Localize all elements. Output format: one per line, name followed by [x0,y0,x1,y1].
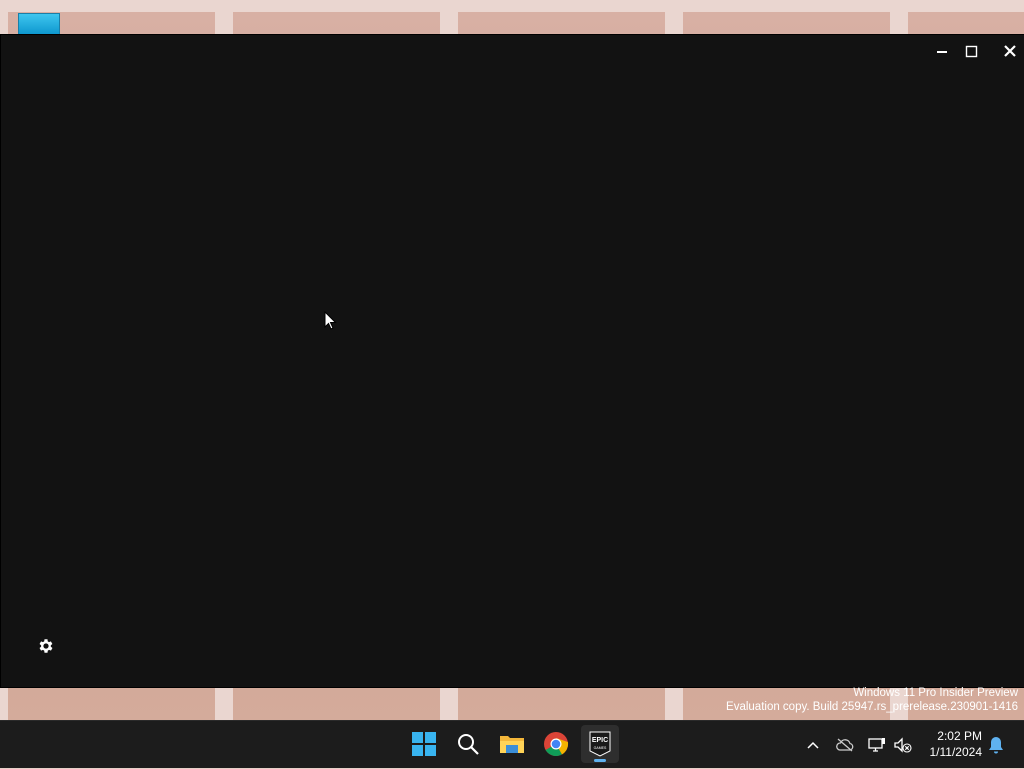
volume-muted-icon [894,737,912,753]
epic-games-button[interactable]: EPIC GAMES [581,725,619,763]
volume-tray-button[interactable] [892,721,914,769]
mouse-cursor-icon [324,311,337,330]
folder-icon [500,736,524,753]
network-tray-button[interactable] [866,721,888,769]
maximize-icon [965,45,977,57]
cloud-off-icon [836,738,854,752]
chevron-up-icon [807,741,819,749]
desktop-shortcut-icon[interactable] [18,13,60,35]
bell-icon [989,737,1003,754]
watermark-build: Evaluation copy. Build 25947.rs_prerelea… [726,701,1018,713]
search-button[interactable] [449,725,487,763]
show-hidden-icons-button[interactable] [802,721,824,769]
epic-games-icon: EPIC GAMES [589,731,611,757]
close-button[interactable] [995,35,1024,67]
watermark-edition: Windows 11 Pro Insider Preview [853,687,1018,699]
close-icon [1004,45,1016,57]
epic-logo-text: EPIC [592,737,608,744]
network-icon [868,738,885,752]
notifications-button[interactable] [986,721,1006,769]
chrome-button[interactable] [537,725,575,763]
clock-time: 2:02 PM [937,729,982,743]
minimize-icon [937,51,947,53]
epic-logo-subtext: GAMES [594,746,607,750]
system-clock[interactable]: 2:02 PM 1/11/2024 [918,728,983,760]
settings-gear-icon[interactable] [37,637,55,655]
minimize-button[interactable] [927,35,957,67]
onedrive-tray-button[interactable] [834,721,856,769]
file-explorer-button[interactable] [493,725,531,763]
windows-watermark: Windows 11 Pro Insider Preview Evaluatio… [726,686,1018,714]
search-icon [458,734,479,755]
windows-logo-icon [412,732,436,756]
epic-games-launcher-window [1,35,1024,687]
maximize-button[interactable] [956,35,986,67]
active-app-indicator [594,759,606,762]
chrome-icon [544,732,569,757]
start-button[interactable] [405,725,443,763]
clock-date: 1/11/2024 [929,745,983,759]
taskbar: EPIC GAMES 2:02 PM 1/11/2024 [0,720,1024,768]
